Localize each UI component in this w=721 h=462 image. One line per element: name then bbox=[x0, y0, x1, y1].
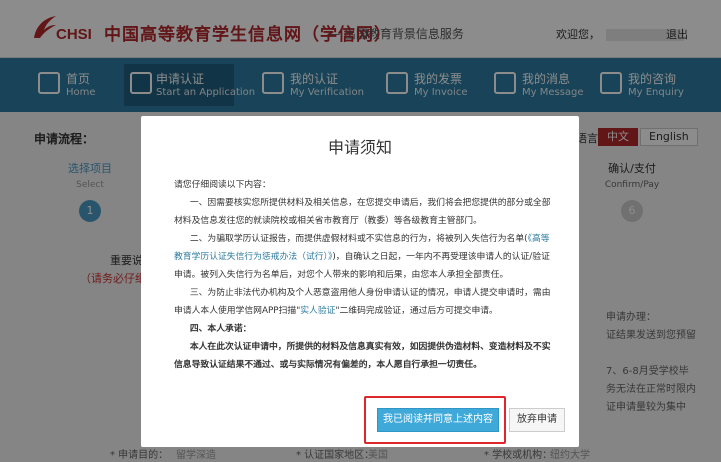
agree-button[interactable]: 我已阅读并同意上述内容 bbox=[377, 408, 499, 432]
notice-item-3: 三、为防止非法代办机构及个人恶意盗用他人身份申请认证的情况，申请人提交申请时，需… bbox=[174, 288, 551, 316]
dialog-body: 请您仔细阅读以下内容： 一、因需要核实您所提供材料及相关信息，在您提交申请后，我… bbox=[174, 176, 554, 374]
intro-text: 请您仔细阅读以下内容： bbox=[174, 180, 271, 190]
dialog-title: 申请须知 bbox=[327, 138, 392, 157]
pledge-text: 本人在此次认证申请中，所提供的材料及信息真实有效，如因提供伪造材料、变造材料及不… bbox=[174, 342, 551, 370]
application-notice-dialog: 申请须知 请您仔细阅读以下内容： 一、因需要核实您所提供材料及相关信息，在您提交… bbox=[141, 116, 579, 447]
notice-item-1: 一、因需要核实您所提供材料及相关信息，在您提交申请后，我们将会把您提供的部分或全… bbox=[174, 198, 551, 226]
pledge-heading: 四、本人承诺： bbox=[189, 324, 252, 334]
give-up-button[interactable]: 放弃申请 bbox=[509, 408, 565, 432]
identity-verification-link[interactable]: 实人验证 bbox=[300, 306, 335, 316]
notice-item-2: 二、为骗取学历认证报告，而提供虚假材料或不实信息的行为，将被列入失信行为名单(《… bbox=[174, 234, 550, 280]
